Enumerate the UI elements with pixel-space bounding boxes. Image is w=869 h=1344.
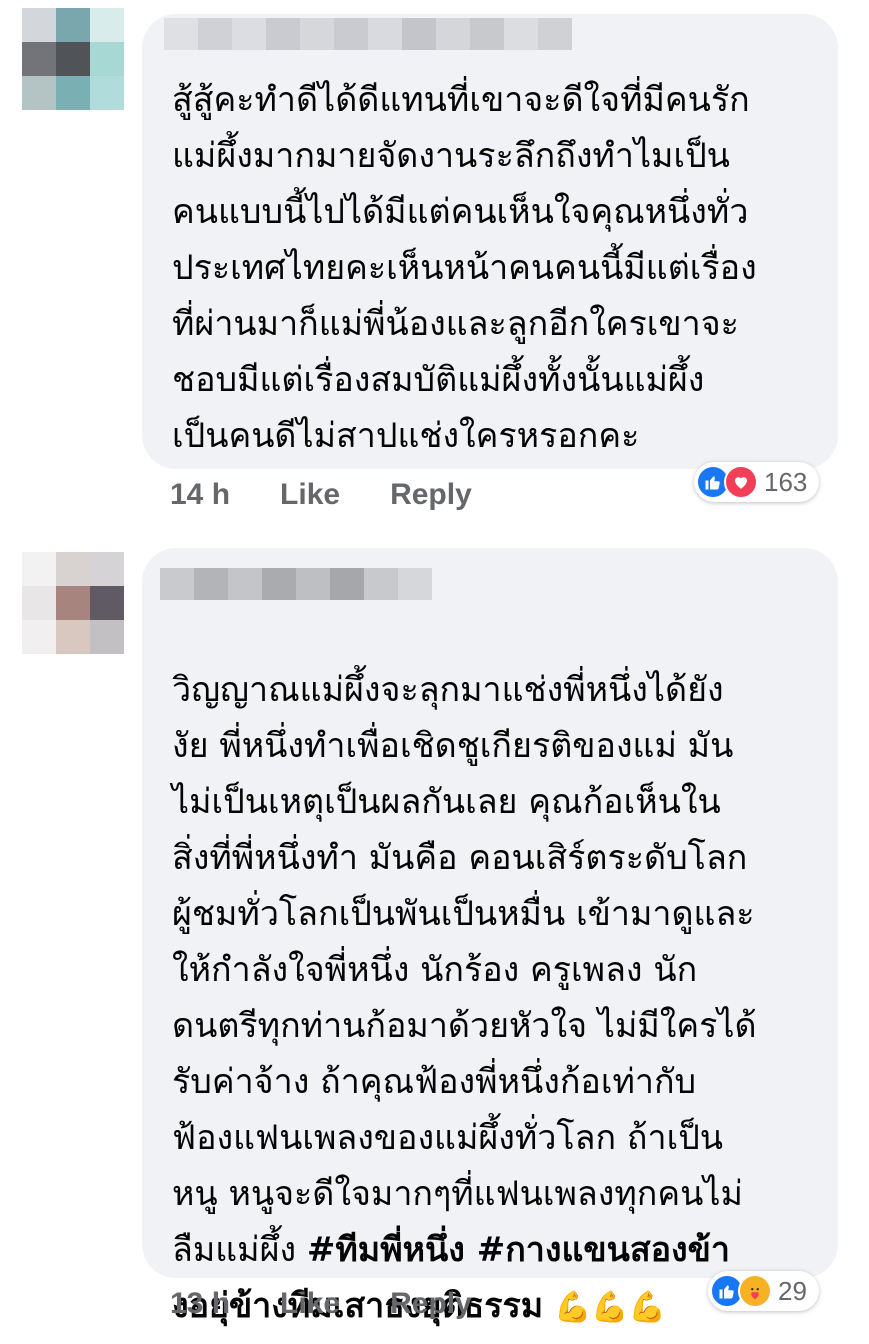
- reaction-count: 29: [778, 1275, 807, 1306]
- comment-body: วิญญาณแม่ผึ้งจะลุกมาแช่งพี่หนึ่งได้ยัง ง…: [172, 670, 757, 1270]
- flexed-biceps-emoji: 💪💪💪: [554, 1290, 667, 1325]
- avatar[interactable]: [22, 8, 124, 110]
- comment-text: สู้สู้คะทำดีได้ดีแทนที่เขาจะดีใจที่มีคนร…: [172, 80, 757, 456]
- like-button[interactable]: Like: [280, 478, 340, 512]
- comment-text: วิญญาณแม่ผึ้งจะลุกมาแช่งพี่หนึ่งได้ยัง ง…: [172, 606, 818, 1336]
- care-icon: [738, 1274, 772, 1308]
- avatar[interactable]: [22, 552, 124, 654]
- reaction-count: 163: [764, 466, 808, 497]
- love-icon: [724, 465, 758, 499]
- reaction-summary[interactable]: 163: [694, 462, 820, 502]
- comment-bubble: สู้สู้คะทำดีได้ดีแทนที่เขาจะดีใจที่มีคนร…: [142, 14, 838, 469]
- reply-button[interactable]: Reply: [390, 1287, 472, 1321]
- comment-bubble: วิญญาณแม่ผึ้งจะลุกมาแช่งพี่หนึ่งได้ยัง ง…: [142, 548, 838, 1326]
- like-button[interactable]: Like: [280, 1287, 340, 1321]
- reaction-summary[interactable]: 29: [708, 1271, 819, 1311]
- commenter-name-blurred[interactable]: [160, 568, 432, 600]
- reply-button[interactable]: Reply: [390, 478, 472, 512]
- comment-time[interactable]: 13 h: [170, 1287, 230, 1321]
- comment-actions: 13 h Like Reply: [170, 1287, 472, 1321]
- comment-time[interactable]: 14 h: [170, 478, 230, 512]
- commenter-name-blurred[interactable]: [164, 18, 572, 50]
- comment-actions: 14 h Like Reply: [170, 478, 472, 512]
